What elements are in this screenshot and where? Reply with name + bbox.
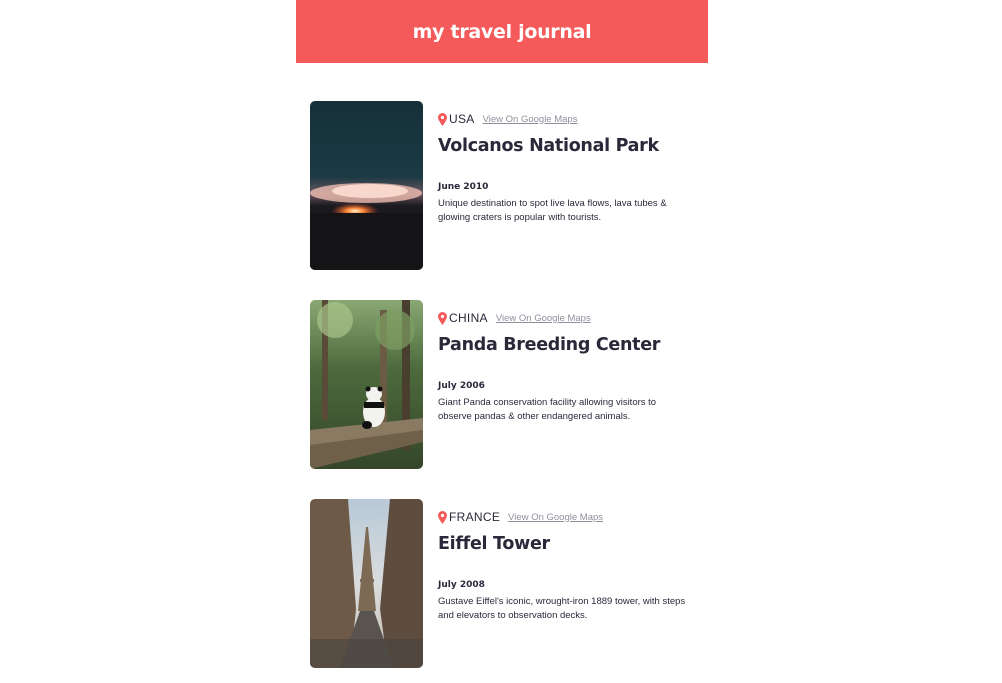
map-pin-icon <box>438 510 447 524</box>
google-maps-link[interactable]: View On Google Maps <box>508 512 603 523</box>
location-row: CHINA View On Google Maps <box>438 310 698 326</box>
trip-date: July 2008 <box>438 580 485 590</box>
place-description: Giant Panda conservation facility allowi… <box>438 397 657 422</box>
place-description: Gustave Eiffel's iconic, wrought-iron 18… <box>438 596 686 621</box>
entry-info: FRANCE View On Google Maps Eiffel Tower … <box>438 509 698 622</box>
entry-info: USA View On Google Maps Volcanos Nationa… <box>438 111 698 224</box>
country-label: USA <box>449 112 475 126</box>
location-row: FRANCE View On Google Maps <box>438 509 698 525</box>
navbar: my travel journal <box>296 0 708 63</box>
journal-entry: USA View On Google Maps Volcanos Nationa… <box>310 101 700 271</box>
google-maps-link[interactable]: View On Google Maps <box>483 114 578 125</box>
google-maps-link[interactable]: View On Google Maps <box>496 313 591 324</box>
entry-photo-panda <box>310 300 423 469</box>
trip-date: July 2006 <box>438 381 485 391</box>
trip-date: June 2010 <box>438 182 489 192</box>
country-label: CHINA <box>449 311 488 325</box>
place-title: Volcanos National Park <box>438 136 659 156</box>
map-pin-icon <box>438 112 447 126</box>
map-pin-icon <box>438 311 447 325</box>
journal-entry: FRANCE View On Google Maps Eiffel Tower … <box>310 499 700 669</box>
country-label: FRANCE <box>449 510 501 524</box>
entry-info: CHINA View On Google Maps Panda Breeding… <box>438 310 698 423</box>
travel-journal-app: my travel journal USA View On Google Map… <box>296 0 708 683</box>
entry-photo-volcano <box>310 101 423 270</box>
entry-photo-eiffel-tower <box>310 499 423 668</box>
app-title: my travel journal <box>412 20 592 43</box>
place-title: Panda Breeding Center <box>438 335 661 355</box>
journal-entry: CHINA View On Google Maps Panda Breeding… <box>310 300 700 470</box>
location-row: USA View On Google Maps <box>438 111 698 127</box>
place-title: Eiffel Tower <box>438 534 550 554</box>
place-description: Unique destination to spot live lava flo… <box>438 198 667 223</box>
